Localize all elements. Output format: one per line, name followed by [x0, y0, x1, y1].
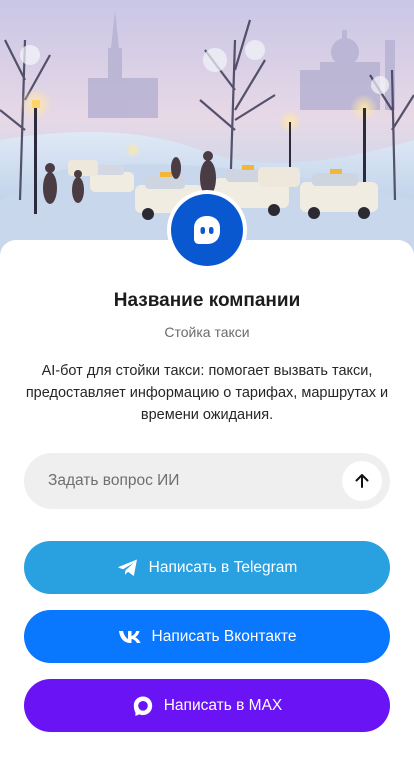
company-name: Название компании — [113, 290, 301, 311]
arrow-up-icon — [355, 474, 369, 488]
vk-icon — [118, 629, 142, 645]
ask-ai-field — [24, 453, 390, 509]
max-button-label: Написать в MAX — [163, 696, 283, 714]
company-avatar — [167, 190, 247, 270]
telegram-button[interactable]: Написать в Telegram — [24, 541, 390, 594]
telegram-button-label: Написать в Telegram — [148, 558, 298, 576]
max-icon — [132, 695, 154, 717]
telegram-icon — [117, 558, 139, 578]
company-category: Стойка такси — [164, 324, 250, 340]
vk-button-label: Написать Вконтакте — [151, 627, 297, 645]
vk-button[interactable]: Написать Вконтакте — [24, 610, 390, 663]
max-button[interactable]: Написать в MAX — [24, 679, 390, 732]
ask-ai-input[interactable] — [24, 453, 342, 509]
chat-bot-icon — [171, 194, 243, 266]
send-button[interactable] — [342, 461, 382, 501]
company-description: AI-бот для стойки такси: помогает вызват… — [25, 363, 389, 423]
